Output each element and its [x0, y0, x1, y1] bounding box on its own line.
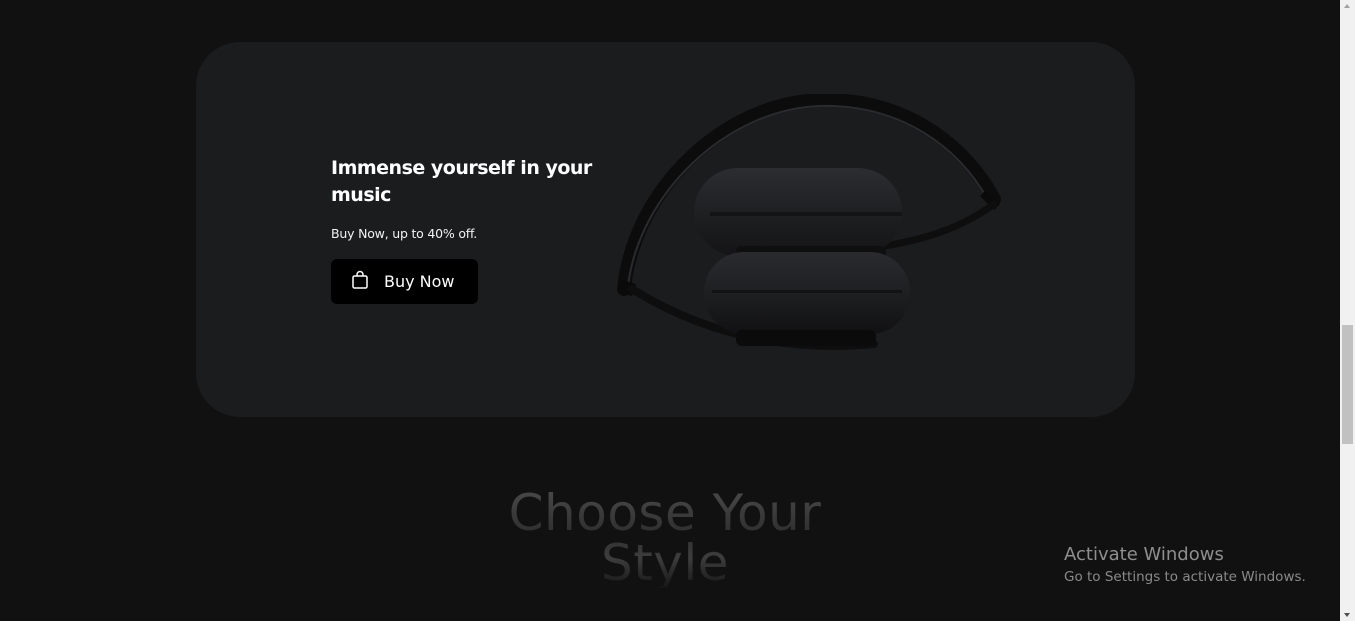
promo-card: Immense yourself in your music Buy Now, … [196, 42, 1135, 417]
page: Immense yourself in your music Buy Now, … [0, 0, 1340, 621]
shopping-bag-icon [351, 270, 369, 290]
promo-title: Immense yourself in your music [331, 157, 592, 206]
scroll-up-arrow-icon[interactable] [1344, 4, 1350, 8]
watermark-subtitle: Go to Settings to activate Windows. [1064, 569, 1306, 585]
buy-now-button[interactable]: Buy Now [331, 259, 478, 304]
buy-now-label: Buy Now [384, 272, 455, 291]
scroll-down-arrow-icon[interactable] [1344, 613, 1350, 617]
windows-activation-watermark: Activate Windows Go to Settings to activ… [1064, 544, 1306, 587]
section-heading: Choose Your Style [465, 488, 865, 588]
promo-subtitle: Buy Now, up to 40% off. [331, 226, 478, 241]
watermark-title: Activate Windows [1064, 544, 1224, 565]
headphones-image [617, 94, 1001, 350]
scrollbar-thumb[interactable] [1342, 325, 1353, 444]
vertical-scrollbar[interactable] [1340, 0, 1355, 621]
